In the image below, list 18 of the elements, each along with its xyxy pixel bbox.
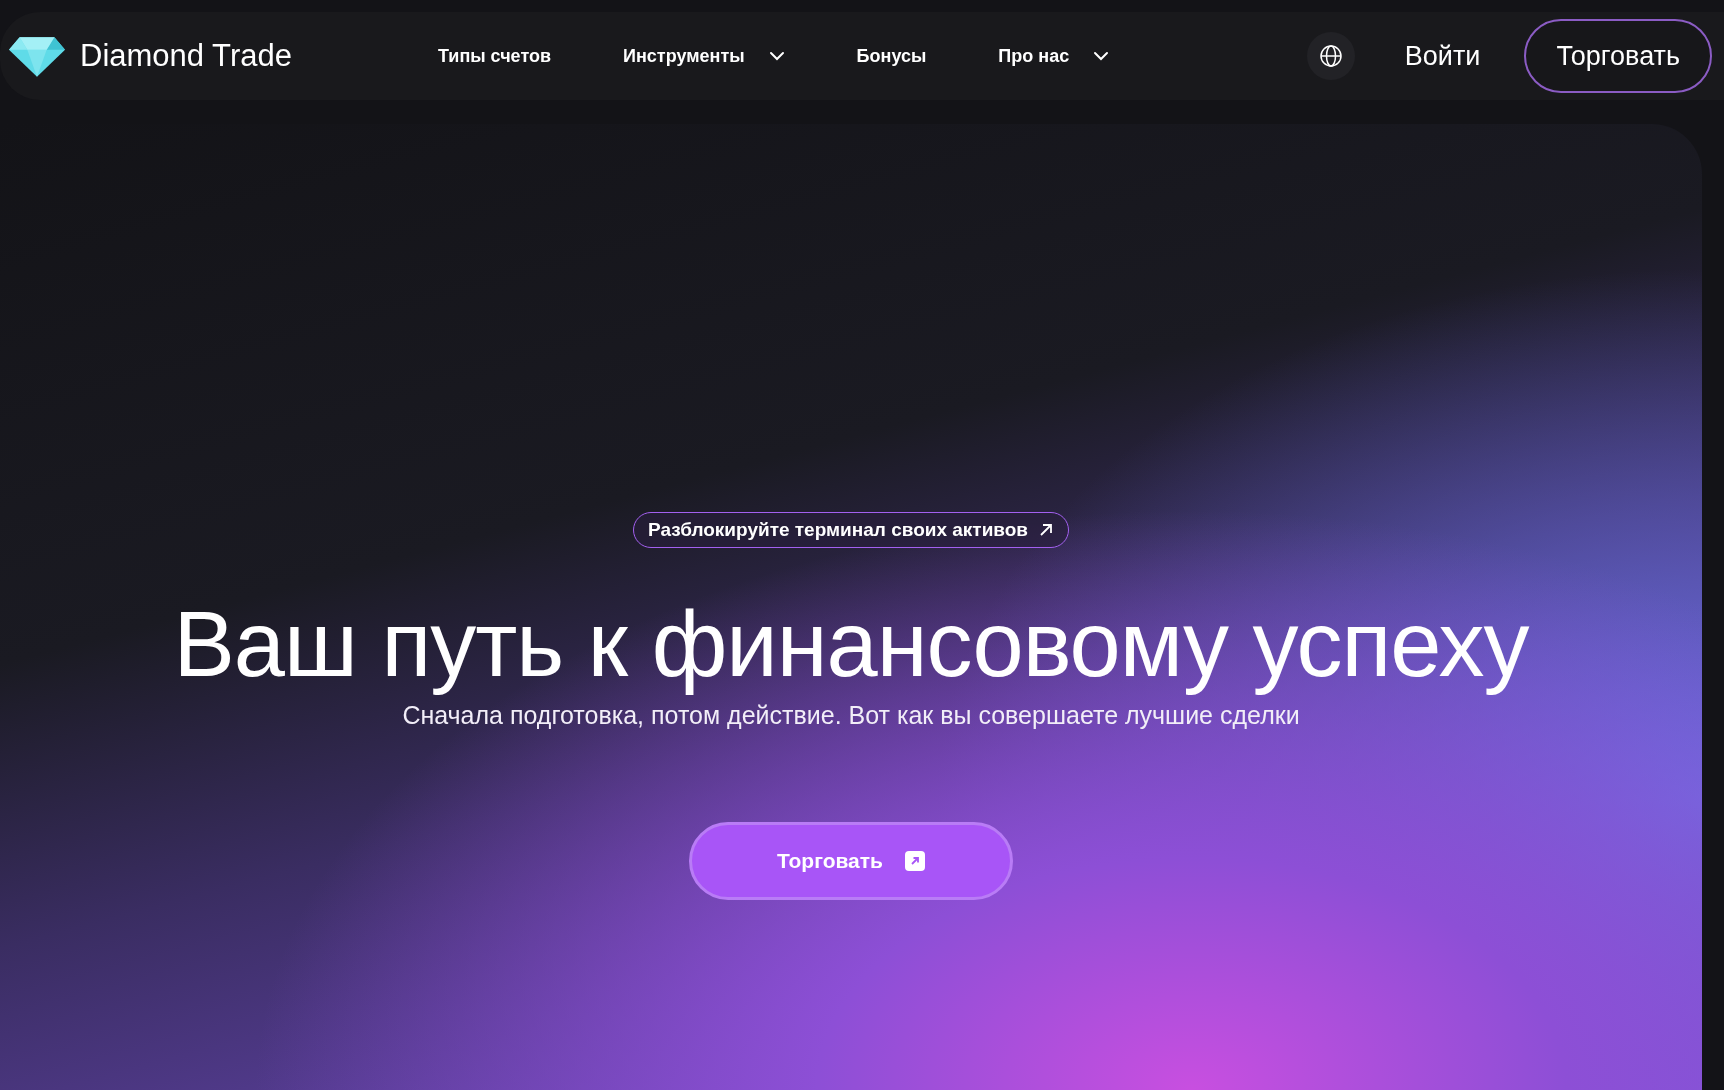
nav-dropdown[interactable]: Инструменты <box>623 45 785 67</box>
arrow-up-right-icon <box>905 850 925 871</box>
nav-link[interactable]: Типы счетов <box>438 45 552 67</box>
arrow-up-right-icon <box>1038 522 1055 538</box>
globe-icon <box>1318 44 1343 68</box>
trade-cta-button[interactable]: Торговать <box>689 821 1013 900</box>
nav-link[interactable]: Бонусы <box>856 45 927 67</box>
brand-name[interactable]: Diamond Trade <box>80 38 292 74</box>
hero-subtitle: Сначала подготовка, потом действие. Вот как вы совершаете лучшие сделки <box>402 700 1300 730</box>
login-link[interactable]: Войти <box>1404 40 1481 72</box>
hero-title: Ваш путь к финансовому успеху <box>173 596 1529 693</box>
trade-button[interactable]: Торговать <box>1524 19 1712 93</box>
language-button[interactable] <box>1306 32 1355 80</box>
chevron-down-icon <box>768 51 785 61</box>
nav-dropdown[interactable]: Про нас <box>998 45 1110 67</box>
chevron-down-icon <box>1093 51 1110 61</box>
promo-badge[interactable]: Разблокируйте терминал своих активов <box>632 512 1070 548</box>
diamond-logo-icon <box>8 34 66 78</box>
